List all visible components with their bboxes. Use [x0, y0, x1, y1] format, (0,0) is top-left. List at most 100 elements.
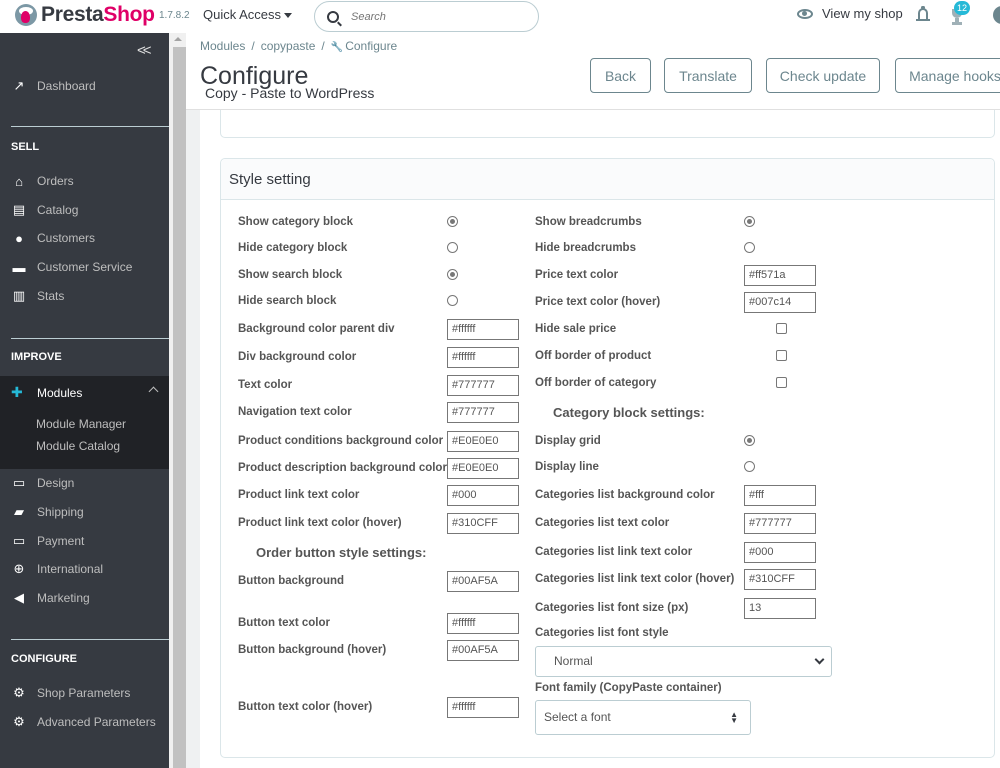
categories-link-hover-input[interactable]: #310CFF [744, 569, 816, 590]
sidebar-item-shop-parameters[interactable]: ⚙ Shop Parameters [0, 680, 169, 706]
section-improve: IMPROVE [11, 351, 62, 363]
notification-badge: 12 [954, 1, 971, 15]
sidebar-item-label: Modules [37, 385, 83, 400]
divider [11, 639, 169, 640]
display-line-radio[interactable] [744, 461, 755, 472]
check-update-button[interactable]: Check update [766, 58, 880, 93]
sidebar-item-payment[interactable]: ▭ Payment [0, 528, 169, 554]
categories-font-size-input[interactable]: 13 [744, 598, 816, 619]
sidebar-item-design[interactable]: ▭ Design [0, 470, 169, 496]
puffin-logo-icon [15, 4, 37, 26]
sidebar-item-stats[interactable]: ▥ Stats [0, 283, 169, 309]
hide-breadcrumbs-radio[interactable] [744, 242, 755, 253]
product-description-bg-input[interactable]: #E0E0E0 [447, 458, 519, 479]
hide-search-block-radio[interactable] [447, 295, 458, 306]
display-grid-radio[interactable] [744, 435, 755, 446]
bar-chart-icon: ▥ [12, 288, 26, 303]
button-text-hover-input[interactable]: #ffffff [447, 697, 519, 718]
translate-button[interactable]: Translate [664, 58, 752, 93]
navigation-text-color-input[interactable]: #777777 [447, 402, 519, 423]
avatar[interactable] [993, 6, 1000, 24]
search-box[interactable] [314, 1, 539, 32]
categories-bg-color-input[interactable]: #fff [744, 485, 816, 506]
view-my-shop-link[interactable]: View my shop [797, 6, 903, 21]
credit-card-icon: ▭ [12, 533, 26, 548]
hide-sale-price-checkbox[interactable] [776, 323, 787, 334]
sidebar-subitem-module-manager[interactable]: Module Manager [36, 417, 126, 431]
sidebar-item-label: Catalog [37, 203, 79, 217]
monitor-icon: ▭ [12, 475, 26, 490]
sidebar-item-label: Shipping [37, 505, 84, 519]
font-style-label: Categories list font style [535, 627, 669, 639]
search-icon [327, 10, 339, 23]
category-block-heading: Category block settings: [553, 405, 705, 420]
sidebar-item-dashboard[interactable]: ↗ Dashboard [0, 73, 169, 99]
sidebar-item-shipping[interactable]: ▰ Shipping [0, 499, 169, 525]
breadcrumb: Modules / copypaste / 🔧 Configure [200, 39, 398, 53]
sidebar-item-customer-service[interactable]: ▬ Customer Service [0, 254, 169, 280]
scroll-up-arrow-icon[interactable] [174, 37, 182, 41]
button-text-color-input[interactable]: #ffffff [447, 613, 519, 634]
font-style-select[interactable]: Normal [535, 646, 832, 677]
price-text-hover-input[interactable]: #007c14 [744, 292, 816, 313]
color-label: Product description background color [238, 462, 447, 474]
product-link-color-input[interactable]: #000 [447, 485, 519, 506]
categories-link-color-input[interactable]: #000 [744, 542, 816, 563]
sidebar-item-label: Marketing [37, 591, 90, 605]
sidebar-item-marketing[interactable]: ◀ Marketing [0, 585, 169, 611]
breadcrumb-copypaste[interactable]: copypaste [261, 39, 316, 53]
sidebar-item-international[interactable]: ⊕ International [0, 556, 169, 582]
sidebar-scrollbar[interactable] [169, 33, 186, 768]
sidebar-item-label: International [37, 562, 104, 576]
font-family-select[interactable]: Select a font ▲ ▼ [535, 700, 751, 735]
product-link-hover-color-input[interactable]: #310CFF [447, 513, 519, 534]
chat-icon: ▬ [12, 259, 26, 275]
sidebar-item-label: Stats [37, 289, 65, 303]
bg-color-parent-div-input[interactable]: #ffffff [447, 319, 519, 340]
hide-sale-price-label: Hide sale price [535, 323, 617, 335]
div-bg-color-input[interactable]: #ffffff [447, 347, 519, 368]
sidebar-item-orders[interactable]: ⌂ Orders [0, 168, 169, 194]
sort-arrows-icon: ▲ ▼ [730, 710, 738, 725]
settings-box-icon: ⚙ [13, 714, 25, 729]
sidebar-item-customers[interactable]: ● Customers [0, 225, 169, 251]
logo-text-shop: Shop [103, 3, 155, 26]
prestashop-logo[interactable]: PrestaShop [15, 3, 155, 27]
manage-hooks-button[interactable]: Manage hooks [895, 58, 1000, 93]
breadcrumb-configure: Configure [345, 39, 398, 53]
off-border-product-label: Off border of product [535, 350, 652, 362]
sidebar-subitem-module-catalog[interactable]: Module Catalog [36, 439, 120, 453]
eye-icon [797, 8, 813, 19]
sidebar-item-catalog[interactable]: ▤ Catalog [0, 197, 169, 223]
color-label: Product link text color [238, 489, 360, 501]
sidebar-item-modules[interactable]: ✚ Modules [11, 384, 161, 401]
sidebar-item-label: Payment [37, 534, 85, 548]
show-search-block-radio[interactable] [447, 269, 458, 280]
page-subtitle: Copy - Paste to WordPress [205, 85, 375, 101]
price-text-color-input[interactable]: #ff571a [744, 265, 816, 286]
back-button[interactable]: Back [590, 58, 651, 93]
page-header: Modules / copypaste / 🔧 Configure Configure C… [186, 33, 1000, 110]
bell-icon[interactable] [916, 6, 930, 23]
trending-up-icon: ↗ [13, 78, 25, 93]
collapse-sidebar-icon[interactable]: << [137, 42, 151, 59]
scrollbar-thumb[interactable] [173, 47, 186, 768]
product-conditions-bg-input[interactable]: #E0E0E0 [447, 431, 519, 452]
color-label: Product conditions background color [238, 435, 444, 447]
breadcrumb-modules[interactable]: Modules [200, 39, 245, 53]
search-input[interactable] [351, 10, 521, 23]
logo-text-presta: Presta [41, 3, 104, 26]
divider [11, 126, 169, 127]
button-bg-input[interactable]: #00AF5A [447, 571, 519, 592]
show-breadcrumbs-radio[interactable] [744, 216, 755, 227]
categories-text-color-input[interactable]: #777777 [744, 513, 816, 534]
caret-down-icon [284, 13, 293, 19]
off-border-product-checkbox[interactable] [776, 350, 787, 361]
button-bg-hover-input[interactable]: #00AF5A [447, 640, 519, 661]
off-border-category-checkbox[interactable] [776, 377, 787, 388]
quick-access-dropdown[interactable]: Quick Access [203, 7, 293, 22]
sidebar-item-advanced-parameters[interactable]: ⚙ Advanced Parameters [0, 709, 169, 735]
show-category-block-radio[interactable] [447, 216, 458, 227]
hide-category-block-radio[interactable] [447, 242, 458, 253]
text-color-input[interactable]: #777777 [447, 375, 519, 396]
